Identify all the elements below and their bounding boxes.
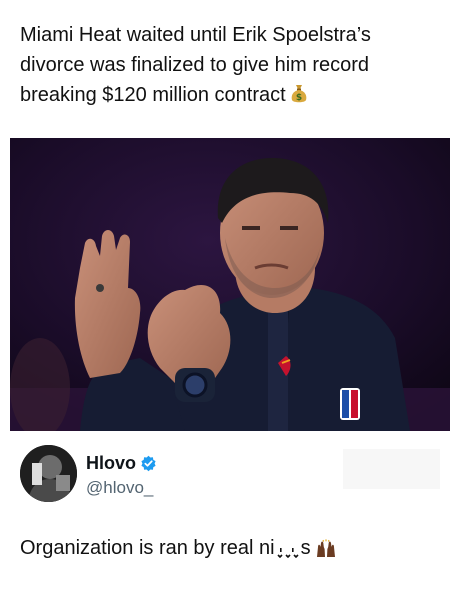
money-bag-icon: $	[291, 85, 307, 103]
tweet-text: Organization is ran by real ni s	[20, 537, 337, 560]
name-row: Hlovo	[86, 452, 157, 474]
coach-photo	[10, 138, 450, 431]
blurred-region	[343, 449, 440, 489]
post-headline: Miami Heat waited until Erik Spoelstra’s…	[20, 20, 440, 110]
display-name[interactable]: Hlovo	[86, 453, 136, 474]
svg-text:$: $	[296, 93, 302, 103]
quoted-tweet-header[interactable]: Hlovo @hlovo_	[20, 445, 440, 509]
avatar[interactable]	[20, 445, 77, 502]
verified-badge-icon	[141, 455, 156, 471]
avatar-image	[20, 445, 77, 502]
censor-mark-icon	[277, 547, 299, 558]
tweet-text-tail: s	[300, 537, 311, 559]
user-handle[interactable]: @hlovo_	[86, 478, 153, 498]
tweet-text-main: Organization is ran by real ni	[20, 537, 275, 559]
coach-illustration	[10, 138, 450, 431]
headline-text: Miami Heat waited until Erik Spoelstra’s…	[20, 24, 371, 106]
raised-hands-icon	[316, 538, 335, 557]
